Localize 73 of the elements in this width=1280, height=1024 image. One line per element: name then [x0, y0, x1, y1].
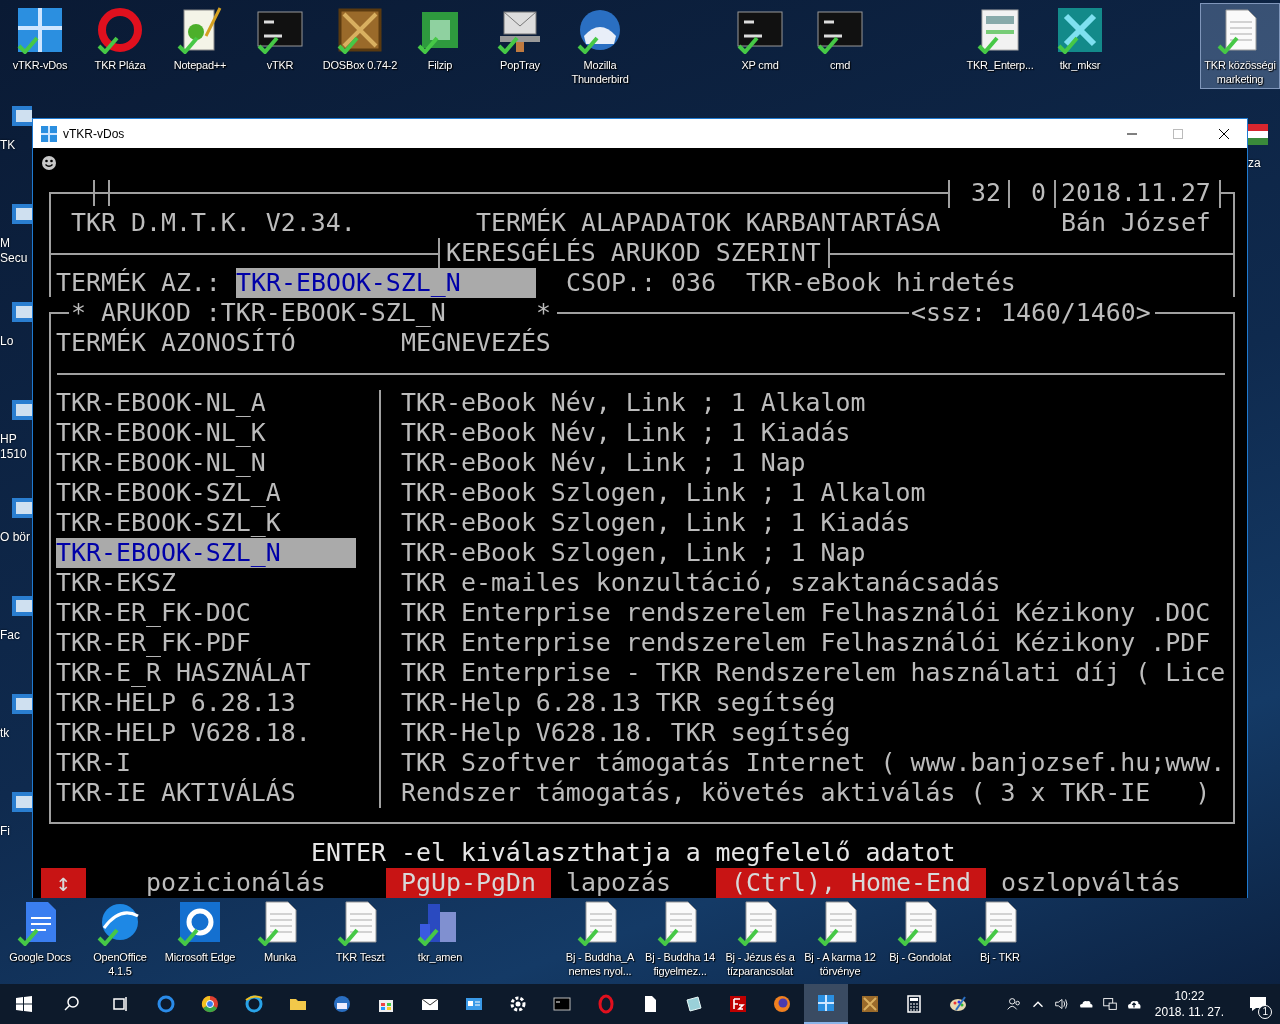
- desktop-shortcut[interactable]: za: [1248, 118, 1280, 182]
- clock-date: 2018. 11. 27.: [1154, 1004, 1224, 1020]
- close-icon: [1219, 128, 1229, 139]
- search-field[interactable]: TKR-EBOOK-SZL_N: [236, 268, 536, 298]
- globe-icon: [244, 994, 264, 1014]
- desktop-shortcut[interactable]: Notepad++: [160, 3, 240, 89]
- product-name: TKR-Help V628.18. TKR segítség: [401, 718, 851, 748]
- desktop-shortcut[interactable]: cmd: [800, 3, 880, 89]
- network-icon[interactable]: [1100, 995, 1119, 1013]
- key-action: lapozás: [566, 868, 671, 898]
- taskbar-button[interactable]: [804, 984, 848, 1024]
- calculator-icon: [904, 994, 924, 1014]
- tile-icon: [816, 993, 836, 1013]
- desktop-shortcut[interactable]: TKR közösségi marketing: [1200, 3, 1280, 89]
- ring-icon: [96, 6, 144, 54]
- task-view-icon: [110, 994, 130, 1014]
- terminal-icon: [552, 994, 572, 1014]
- key-action: pozicionálás: [146, 868, 326, 898]
- desktop-shortcut[interactable]: tkr_amen: [400, 895, 480, 981]
- desktop-shortcut[interactable]: TKR_Enterp...: [960, 3, 1040, 89]
- globe-icon: [332, 994, 352, 1014]
- tile-icon: [41, 125, 57, 142]
- notepad-icon: [176, 6, 224, 54]
- globe-icon: [772, 994, 792, 1014]
- key-label: PgUp-PgDn: [386, 868, 551, 898]
- notification-button[interactable]: 1: [1236, 984, 1280, 1024]
- ring-icon: [156, 994, 176, 1014]
- desktop-shortcut[interactable]: Lo: [0, 296, 32, 394]
- product-name: TKR Enterprise rendszerelem Felhasználói Kézikony .DOC: [401, 598, 1211, 628]
- desktop-shortcut[interactable]: vTKR-vDos: [0, 3, 80, 89]
- product-code[interactable]: TKR-EBOOK-SZL_N: [56, 538, 356, 568]
- desktop-shortcut[interactable]: TKR Pláza: [80, 3, 160, 89]
- notification-icon: [1248, 994, 1268, 1014]
- smiley-icon: [41, 155, 57, 171]
- wheel-icon: [200, 994, 220, 1014]
- key-label: ↕: [41, 868, 86, 898]
- clock-time: 10:22: [1174, 988, 1205, 1004]
- desktop-shortcut[interactable]: tk: [0, 688, 32, 786]
- desktop-shortcut[interactable]: DOSBox 0.74-2: [320, 3, 400, 89]
- gear-icon: [508, 994, 528, 1014]
- desktop-shortcut[interactable]: Fi: [0, 786, 32, 884]
- product-name: TKR-Help 6.28.13 TKR segítség: [401, 688, 836, 718]
- crate-icon: [336, 6, 384, 54]
- desktop-shortcut[interactable]: TK: [0, 100, 32, 198]
- note-icon: [684, 994, 704, 1014]
- desktop-shortcut[interactable]: O bör: [0, 492, 32, 590]
- crate-icon: [860, 994, 880, 1014]
- tile-icon: [16, 6, 64, 54]
- desktop-shortcut[interactable]: HP 1510: [0, 394, 32, 492]
- desktop-shortcut[interactable]: Fac: [0, 590, 32, 688]
- maximize-icon: [1173, 128, 1183, 139]
- clock[interactable]: 10:22 2018. 11. 27.: [1148, 988, 1230, 1020]
- desktop-shortcut[interactable]: vTKR: [240, 3, 320, 89]
- desktop-shortcut[interactable]: Mozilla Thunderbird: [560, 3, 640, 89]
- notification-badge: 1: [1258, 1005, 1272, 1019]
- ring-icon: [596, 994, 616, 1014]
- product-name: TKR-eBook Szlogen, Link ; 1 Kiadás: [401, 508, 911, 538]
- windows-logo-icon: [14, 994, 34, 1014]
- product-name: TKR Enterprise - TKR Rendszerelem használati díj ( Lice: [401, 658, 1226, 688]
- window-title: vTKR-vDos: [63, 126, 125, 141]
- desktop-shortcut[interactable]: PopTray: [480, 3, 560, 89]
- desktop-shortcut[interactable]: tkr_mksr: [1040, 3, 1120, 89]
- product-name: TKR-eBook Név, Link ; 1 Nap: [401, 448, 806, 478]
- product-name: TKR Enterprise rendszerelem Felhasználói Kézikony .PDF: [401, 628, 1211, 658]
- key-action: oszlopváltás: [1001, 868, 1181, 898]
- hint-text: ENTER -el kiválaszthatja a megfelelő adatot: [311, 838, 956, 868]
- key-label: (Ctrl), Home-End: [716, 868, 986, 898]
- desktop-shortcut[interactable]: M Secu: [0, 198, 32, 296]
- desktop-shortcut[interactable]: XP cmd: [720, 3, 800, 89]
- tile-icon: [1056, 6, 1104, 54]
- desktop-shortcut[interactable]: Filzip: [400, 3, 480, 89]
- tile-icon: [728, 994, 748, 1014]
- palette-icon: [948, 994, 968, 1014]
